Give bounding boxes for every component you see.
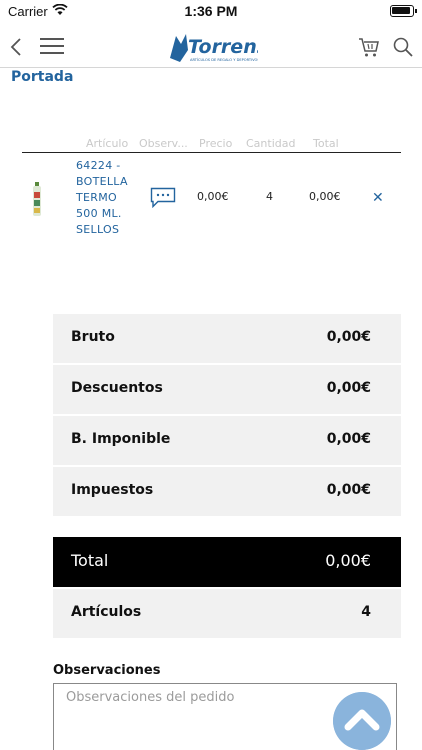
hamburger-icon[interactable]: [40, 38, 64, 56]
header-price: Precio: [199, 137, 233, 150]
total-value: 0,00€: [325, 551, 371, 570]
discounts-label: Descuentos: [71, 380, 163, 396]
gross-label: Bruto: [71, 329, 115, 345]
nav-bar: Torrens ARTÍCULOS DE REGALO Y DEPORTIVOS: [0, 26, 422, 68]
observations-title: Observaciones: [53, 663, 161, 678]
summary-discounts: Descuentos 0,00€: [53, 365, 401, 414]
search-icon[interactable]: [392, 36, 414, 58]
summary-items: Artículos 4: [53, 589, 401, 638]
row-price: 0,00€: [197, 190, 229, 203]
clock: 1:36 PM: [184, 3, 238, 19]
summary-total: Total 0,00€: [53, 537, 401, 587]
gross-value: 0,00€: [326, 329, 371, 345]
product-thumbnail[interactable]: [30, 182, 44, 216]
cart-icon[interactable]: [358, 36, 380, 58]
header-article: Artículo: [86, 137, 129, 150]
taxable-label: B. Imponible: [71, 431, 171, 447]
summary-taxes: Impuestos 0,00€: [53, 467, 401, 516]
summary-gross: Bruto 0,00€: [53, 314, 401, 363]
row-total: 0,00€: [309, 190, 341, 203]
chevron-up-icon[interactable]: [333, 692, 391, 750]
header-notes: Observ...: [139, 137, 188, 150]
items-value: 4: [361, 604, 371, 620]
items-label: Artículos: [71, 604, 142, 620]
close-icon[interactable]: ✕: [372, 190, 384, 206]
taxes-label: Impuestos: [71, 482, 154, 498]
header-total: Total: [313, 137, 339, 150]
row-quantity[interactable]: 4: [266, 190, 273, 203]
discounts-value: 0,00€: [326, 380, 371, 396]
status-bar: Carrier 1:36 PM: [0, 0, 422, 24]
product-link[interactable]: 64224 - BOTELLA TERMO 500 ML. SELLOS: [76, 158, 136, 238]
battery-icon: [390, 5, 417, 17]
taxes-value: 0,00€: [326, 482, 371, 498]
total-label: Total: [71, 551, 109, 570]
summary-taxable: B. Imponible 0,00€: [53, 416, 401, 465]
brand-logo[interactable]: Torrens ARTÍCULOS DE REGALO Y DEPORTIVOS: [166, 28, 258, 66]
chat-bubble-icon[interactable]: [150, 187, 176, 208]
svg-text:Torrens: Torrens: [188, 36, 258, 58]
svg-text:ARTÍCULOS DE REGALO Y DEPORTIV: ARTÍCULOS DE REGALO Y DEPORTIVOS: [190, 57, 258, 62]
table-row: 64224 - BOTELLA TERMO 500 ML. SELLOS 0,0…: [22, 154, 401, 244]
taxable-value: 0,00€: [326, 431, 371, 447]
chevron-left-icon[interactable]: [8, 36, 26, 58]
breadcrumb[interactable]: Portada: [11, 69, 73, 85]
table-header: Artículo Observ... Precio Cantidad Total: [22, 135, 401, 153]
header-quantity: Cantidad: [246, 137, 296, 150]
